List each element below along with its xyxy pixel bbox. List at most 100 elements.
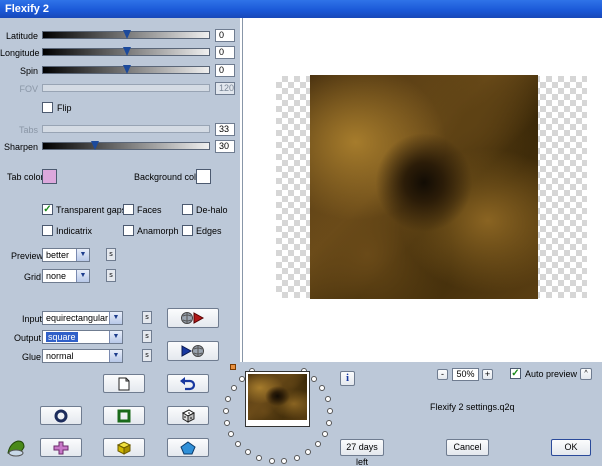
navigator-dot: [230, 384, 237, 391]
auto-preview-label: Auto preview: [525, 369, 578, 379]
undo-button[interactable]: [167, 374, 209, 393]
slider-thumb[interactable]: [123, 30, 131, 39]
info-button[interactable]: i: [340, 371, 355, 386]
transfer-input-button[interactable]: [167, 308, 219, 328]
check-icon: ✓: [43, 204, 52, 215]
chevron-down-icon[interactable]: ▼: [76, 249, 89, 261]
navigator-thumbnail: [248, 374, 307, 420]
anamorph-checkbox[interactable]: [123, 225, 134, 236]
auto-preview-checkbox[interactable]: ✓: [510, 368, 521, 379]
faces-checkbox[interactable]: [123, 204, 134, 215]
sharpen-label: Sharpen: [3, 142, 38, 152]
trial-status[interactable]: 27 days left: [340, 439, 384, 467]
transparent-gaps-checkbox[interactable]: ✓: [42, 204, 53, 215]
anamorph-label: Anamorph: [137, 226, 179, 236]
chevron-down-icon[interactable]: ▼: [109, 312, 122, 324]
zoom-out-button[interactable]: -: [437, 369, 448, 380]
ok-button[interactable]: OK: [551, 439, 591, 456]
grid-select[interactable]: none ▼: [42, 269, 90, 283]
cube-shape-button[interactable]: [103, 438, 145, 457]
ring-icon: [54, 409, 68, 422]
preview-select[interactable]: better ▼: [42, 248, 90, 262]
preview-small-button[interactable]: s: [106, 248, 116, 261]
grid-small-button[interactable]: s: [106, 269, 116, 282]
glue-small-button[interactable]: s: [142, 349, 152, 362]
navigator-marker-icon: [230, 364, 236, 370]
navigator-dot: [321, 430, 328, 437]
fov-label: FOV: [19, 84, 38, 94]
navigator-dot: [224, 419, 231, 426]
flip-label: Flip: [57, 103, 72, 113]
navigator-dot: [314, 440, 321, 447]
longitude-value[interactable]: 0: [215, 46, 235, 59]
navigator-dot: [268, 457, 275, 464]
fov-slider[interactable]: [42, 84, 210, 92]
sharpen-value[interactable]: 30: [215, 140, 235, 153]
slider-thumb[interactable]: [123, 65, 131, 74]
chevron-down-icon[interactable]: ▼: [109, 350, 122, 362]
navigator-dot: [326, 407, 333, 414]
globe-arrow-icon: [181, 312, 205, 324]
pentagon-shape-button[interactable]: [167, 438, 209, 457]
navigator-dot: [228, 430, 235, 437]
fov-value[interactable]: 120: [215, 82, 235, 95]
cross-icon: [53, 441, 69, 454]
spin-slider[interactable]: [42, 65, 210, 74]
square-shape-button[interactable]: [103, 406, 145, 425]
tab-color-label: Tab color: [7, 172, 44, 182]
tab-color-swatch[interactable]: [42, 169, 57, 184]
latitude-value[interactable]: 0: [215, 29, 235, 42]
navigator-frame[interactable]: [245, 371, 310, 427]
square-icon: [117, 409, 131, 422]
input-label: Input: [22, 314, 43, 324]
tabs-value[interactable]: 33: [215, 123, 235, 136]
collapse-button[interactable]: ^: [580, 368, 592, 380]
input-small-button[interactable]: s: [142, 311, 152, 324]
navigator-dot: [223, 407, 230, 414]
faces-label: Faces: [137, 205, 162, 215]
output-select[interactable]: square ▼: [42, 330, 123, 344]
output-select-value: square: [46, 332, 78, 342]
de-halo-checkbox[interactable]: [182, 204, 193, 215]
pentagon-icon: [180, 440, 196, 454]
input-select[interactable]: equirectangular ▼: [42, 311, 123, 325]
app-logo-icon: [6, 439, 26, 459]
output-small-button[interactable]: s: [142, 330, 152, 343]
chevron-down-icon[interactable]: ▼: [76, 270, 89, 282]
flip-checkbox[interactable]: [42, 102, 53, 113]
cross-shape-button[interactable]: [40, 438, 82, 457]
navigator-dot: [244, 448, 251, 455]
preview-select-value: better: [46, 250, 70, 260]
navigator-dot: [325, 419, 332, 426]
indicatrix-label: Indicatrix: [56, 226, 93, 236]
latitude-slider[interactable]: [42, 30, 210, 39]
grid-label: Grid: [24, 272, 42, 282]
tabs-slider[interactable]: [42, 125, 210, 133]
grid-select-value: none: [46, 271, 67, 281]
glue-select[interactable]: normal ▼: [42, 349, 123, 363]
longitude-slider[interactable]: [42, 47, 210, 56]
edges-checkbox[interactable]: [182, 225, 193, 236]
slider-thumb[interactable]: [91, 141, 99, 150]
indicatrix-checkbox[interactable]: [42, 225, 53, 236]
longitude-label: Longitude: [0, 48, 40, 58]
undo-icon: [180, 376, 196, 390]
copy-button[interactable]: [103, 374, 145, 393]
zoom-level[interactable]: 50%: [452, 368, 479, 381]
latitude-label: Latitude: [5, 31, 38, 41]
zoom-in-button[interactable]: +: [482, 369, 493, 380]
transparent-gaps-label: Transparent gaps: [56, 205, 127, 215]
settings-file-label: Flexify 2 settings.q2q: [430, 402, 515, 412]
circle-shape-button[interactable]: [40, 406, 82, 425]
random-button[interactable]: [167, 406, 209, 425]
chevron-down-icon[interactable]: ▼: [109, 331, 122, 343]
slider-thumb[interactable]: [123, 47, 131, 56]
navigator-dot: [311, 375, 318, 382]
de-halo-label: De-halo: [196, 205, 228, 215]
transfer-output-button[interactable]: [167, 341, 219, 361]
sharpen-slider[interactable]: [42, 141, 210, 150]
navigator-dot: [235, 440, 242, 447]
spin-value[interactable]: 0: [215, 64, 235, 77]
cancel-button[interactable]: Cancel: [446, 439, 489, 456]
background-color-swatch[interactable]: [196, 169, 211, 184]
